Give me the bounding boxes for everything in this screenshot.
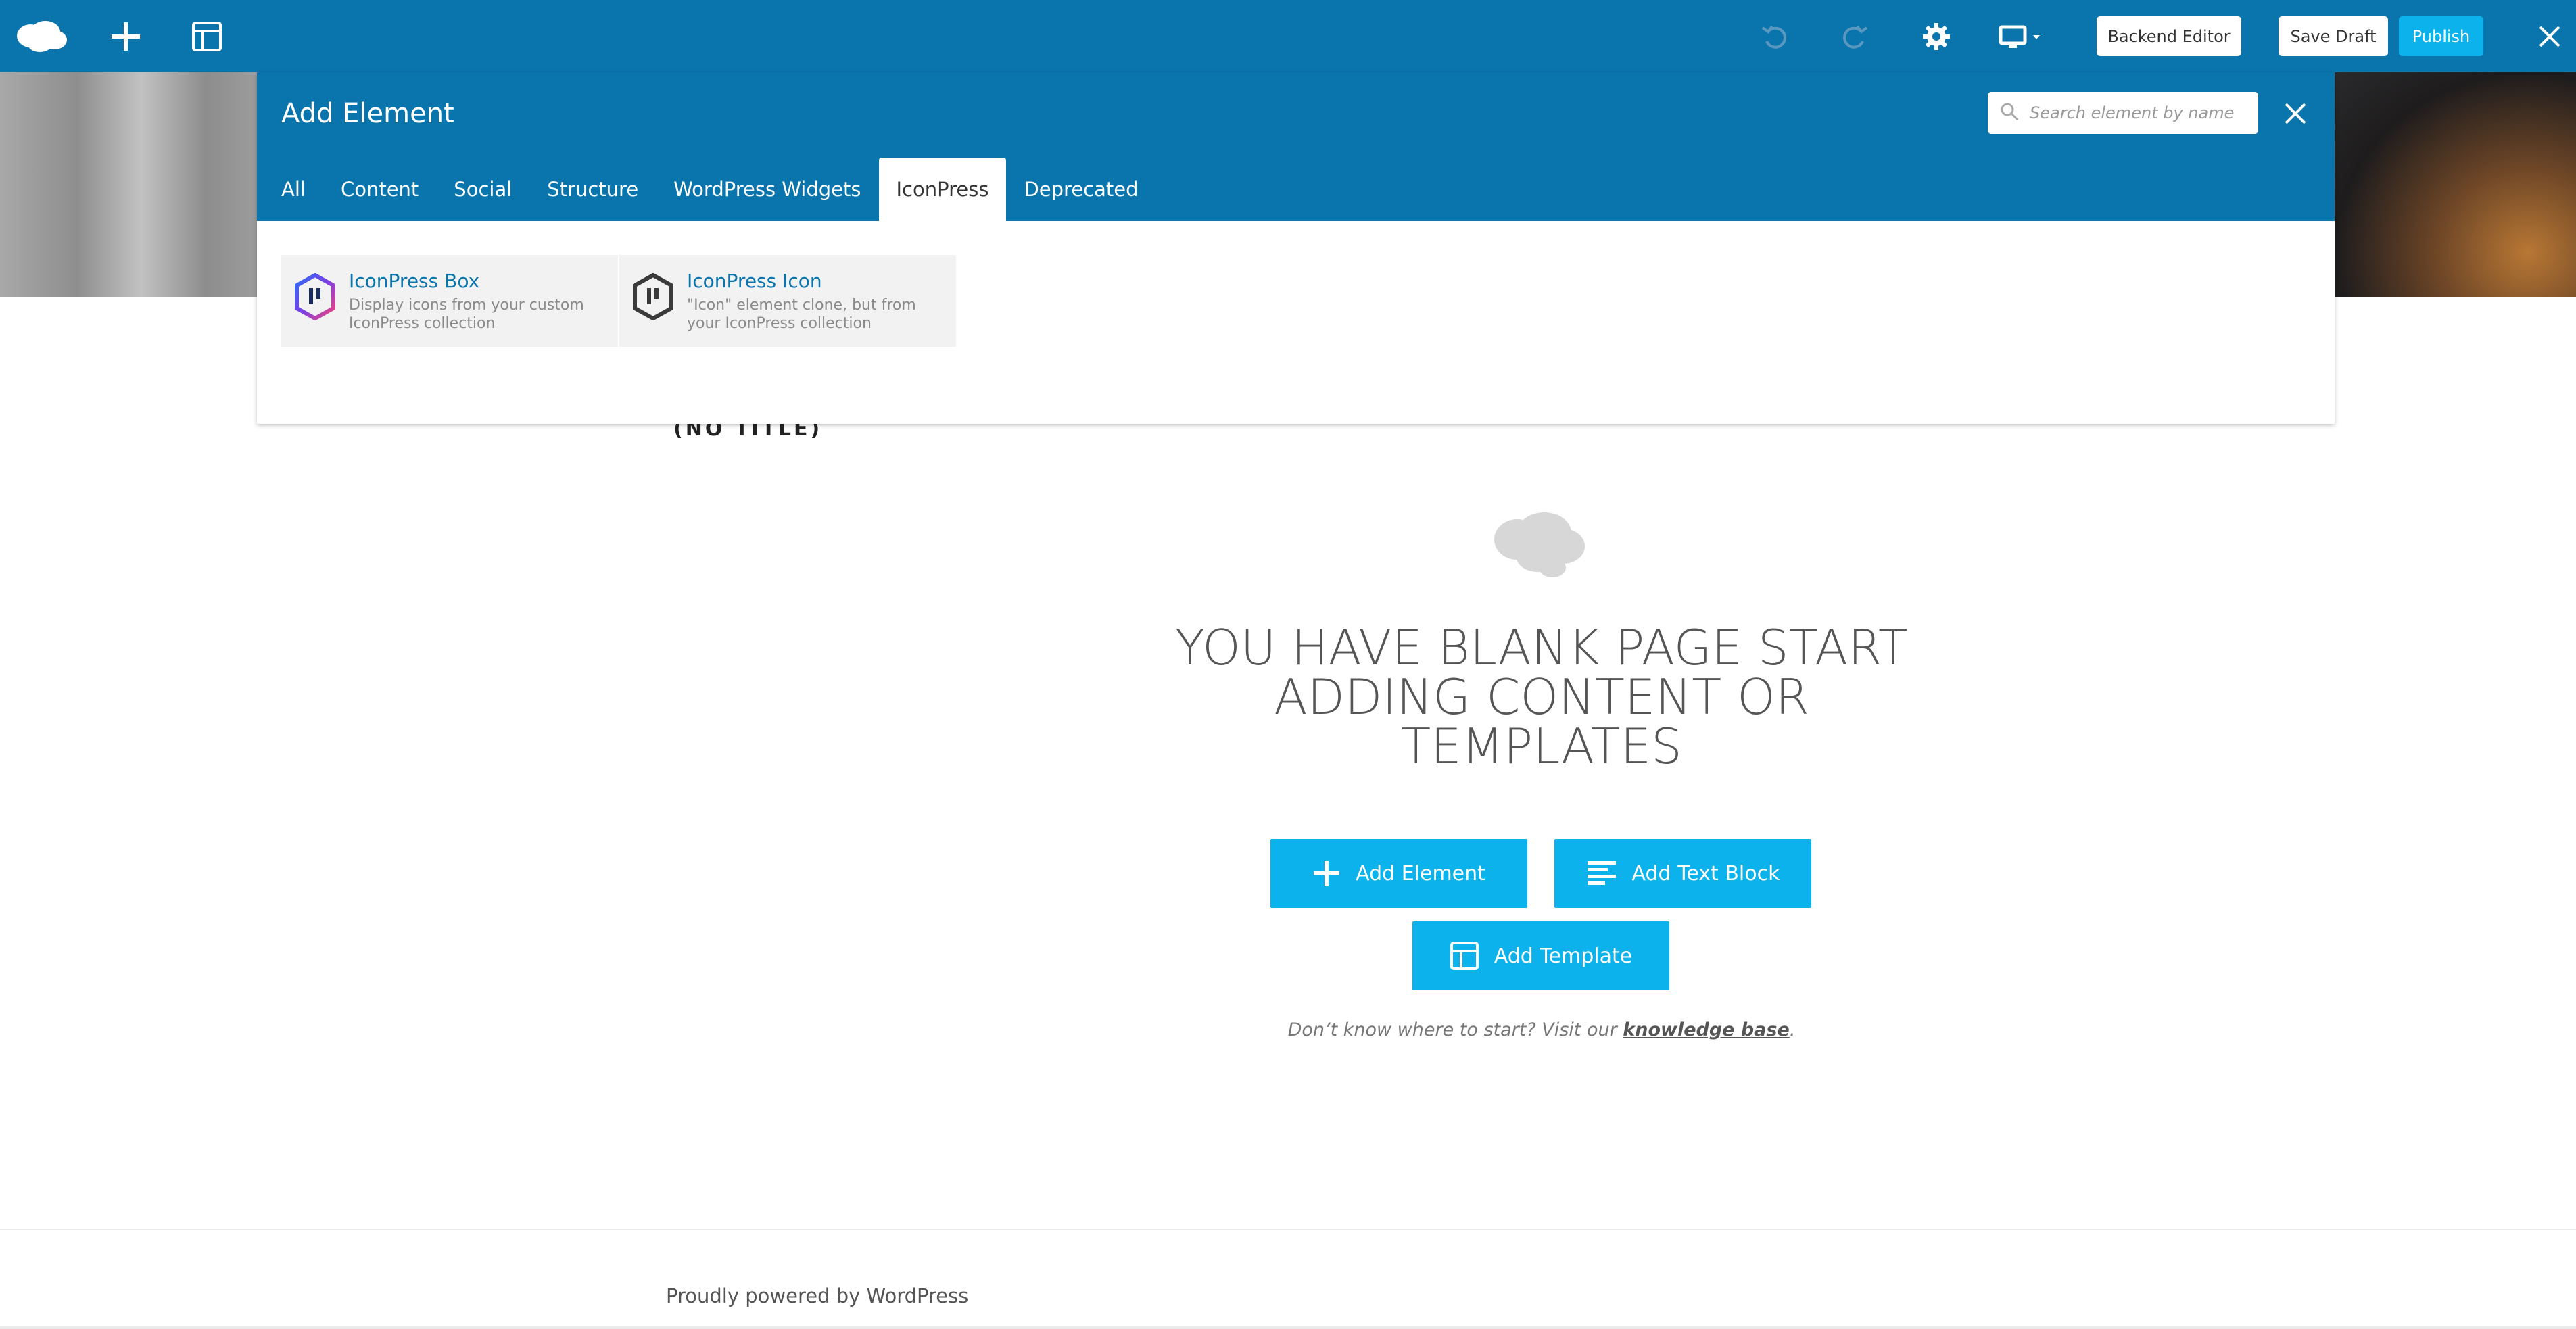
element-title: IconPress Box <box>349 270 480 292</box>
search-input[interactable] <box>2030 103 2253 122</box>
category-tabs: All Content Social Structure WordPress W… <box>257 158 1156 221</box>
add-element-icon[interactable] <box>105 0 146 72</box>
search-field[interactable] <box>1988 92 2258 134</box>
tab-content[interactable]: Content <box>323 158 436 221</box>
blank-page-heading: YOU HAVE BLANK PAGE START ADDING CONTENT… <box>1175 619 1908 775</box>
top-toolbar: Backend Editor Save Draft Publish <box>0 0 2576 72</box>
help-text: Don’t know where to start? Visit our kno… <box>1149 1019 1934 1040</box>
undo-icon[interactable] <box>1754 0 1794 72</box>
add-template-button[interactable]: Add Template <box>1412 921 1669 990</box>
iconpress-box-icon <box>293 270 337 324</box>
backend-editor-button[interactable]: Backend Editor <box>2097 16 2241 56</box>
element-card-iconpress-box[interactable]: IconPress Box Display icons from your cu… <box>281 255 618 347</box>
header-image-right <box>2334 72 2576 297</box>
knowledge-base-link[interactable]: knowledge base <box>1623 1019 1790 1040</box>
footer-divider <box>0 1229 2576 1230</box>
add-element-panel: Add Element All Content Social Structure… <box>257 72 2335 424</box>
device-preview-icon[interactable] <box>1996 0 2047 72</box>
redo-icon[interactable] <box>1835 0 1876 72</box>
tab-all[interactable]: All <box>257 158 323 221</box>
settings-gear-icon[interactable] <box>1916 0 1957 72</box>
element-title: IconPress Icon <box>687 270 822 292</box>
element-card-iconpress-icon[interactable]: IconPress Icon "Icon" element clone, but… <box>619 255 956 347</box>
add-element-label: Add Element <box>1356 861 1485 886</box>
add-text-block-label: Add Text Block <box>1631 861 1780 886</box>
header-image-left <box>0 72 257 297</box>
element-description: "Icon" element clone, but from your Icon… <box>687 297 916 332</box>
help-prefix: Don’t know where to start? Visit our <box>1287 1019 1623 1040</box>
tab-iconpress[interactable]: IconPress <box>878 158 1007 221</box>
templates-icon[interactable] <box>187 0 227 72</box>
blank-page-logo-icon <box>1493 508 1588 581</box>
iconpress-icon-icon <box>631 270 675 324</box>
help-suffix: . <box>1789 1019 1796 1040</box>
logo-icon[interactable] <box>14 0 70 72</box>
panel-title: Add Element <box>281 98 454 129</box>
tab-structure[interactable]: Structure <box>529 158 656 221</box>
tab-wordpress-widgets[interactable]: WordPress Widgets <box>656 158 878 221</box>
tab-deprecated[interactable]: Deprecated <box>1006 158 1155 221</box>
footer-credit: Proudly powered by WordPress <box>666 1284 969 1307</box>
add-text-block-button[interactable]: Add Text Block <box>1554 839 1811 908</box>
bottom-divider <box>0 1326 2576 1329</box>
element-description: Display icons from your custom IconPress… <box>349 297 584 332</box>
close-panel-icon[interactable] <box>2279 97 2312 130</box>
add-template-label: Add Template <box>1494 944 1633 968</box>
close-editor-icon[interactable] <box>2533 0 2567 72</box>
search-icon <box>2000 102 2019 124</box>
save-draft-button[interactable]: Save Draft <box>2279 16 2388 56</box>
publish-button[interactable]: Publish <box>2399 16 2483 56</box>
plus-icon <box>1312 859 1341 888</box>
add-element-button[interactable]: Add Element <box>1270 839 1527 908</box>
template-icon <box>1450 941 1479 971</box>
panel-header: Add Element All Content Social Structure… <box>257 72 2335 221</box>
text-lines-icon <box>1586 860 1617 887</box>
tab-social[interactable]: Social <box>436 158 529 221</box>
